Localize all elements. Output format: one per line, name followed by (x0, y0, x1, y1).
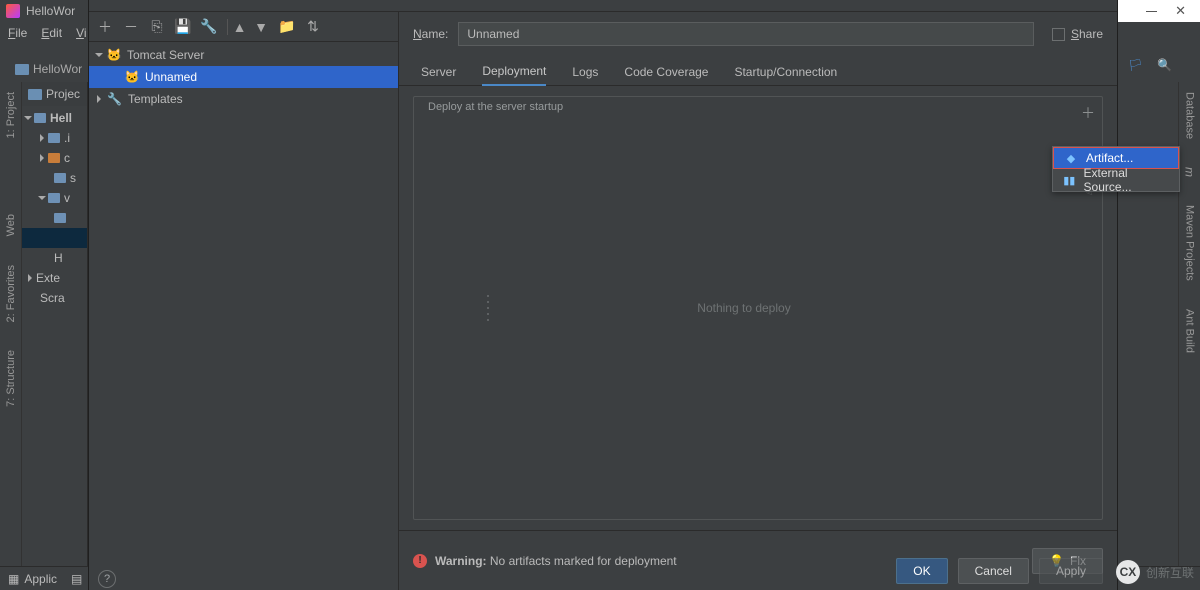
tab-deployment[interactable]: Deployment (482, 64, 546, 86)
apply-button[interactable]: Apply (1039, 558, 1103, 584)
project-tool-window: Projec Hell .i c s v H Exte Scra (22, 82, 88, 566)
left-tool-window-bar: 1: Project Web 2: Favorites 7: Structure (0, 82, 22, 566)
flag-icon[interactable]: 🏳 (1128, 58, 1143, 72)
breadcrumb[interactable]: HelloWor (15, 58, 82, 80)
close-icon[interactable]: ✕ (1175, 3, 1186, 19)
project-header[interactable]: Projec (22, 82, 87, 106)
tab-startup-connection[interactable]: Startup/Connection (734, 65, 837, 85)
search-icon[interactable]: 🔍 (1157, 58, 1172, 72)
config-right-panel: Name: Share Server Deployment Logs Code … (399, 12, 1117, 590)
chevron-down-icon (95, 53, 103, 57)
folder-config-icon[interactable]: 📁 (279, 19, 295, 35)
ide-titlebar: HelloWor (0, 0, 75, 22)
warning-row: ! Warning: No artifacts marked for deplo… (413, 554, 677, 568)
config-unnamed[interactable]: 🐱 Unnamed (89, 66, 398, 88)
intellij-icon (6, 4, 20, 18)
checkbox-icon (1052, 28, 1065, 41)
deploy-list-box: Deploy at the server startup Nothing to … (413, 96, 1103, 520)
config-tomcat-node[interactable]: 🐱 Tomcat Server (89, 44, 398, 66)
tab-ant[interactable]: Ant Build (1184, 309, 1196, 353)
folder-icon (15, 64, 29, 75)
deploy-placeholder: Nothing to deploy (414, 97, 1074, 519)
config-templates-node[interactable]: 🔧 Templates (89, 88, 398, 110)
copy-config-icon[interactable]: ⎘ (149, 19, 165, 35)
move-up-icon[interactable]: ▲ (227, 19, 243, 35)
config-toolbar: ＋ － ⎘ 💾 🔧 ▲ ▼ 📁 ⇅ (89, 12, 398, 42)
project-tree[interactable]: Hell .i c s v H Exte Scra (22, 106, 87, 308)
menu-view[interactable]: Vi (76, 26, 86, 40)
minimize-icon[interactable] (1146, 11, 1157, 12)
ctx-external-source[interactable]: ▮▮ External Source... (1053, 169, 1179, 191)
tab-maven[interactable]: m (1183, 167, 1197, 177)
tab-server[interactable]: Server (421, 65, 456, 85)
splitter-grip[interactable] (487, 295, 493, 321)
config-tabs: Server Deployment Logs Code Coverage Sta… (399, 56, 1117, 86)
config-tree[interactable]: 🐱 Tomcat Server 🐱 Unnamed 🔧 Templates (89, 42, 398, 590)
tomcat-icon: 🐱 (125, 70, 139, 84)
status-applic[interactable]: ▦ Applic (8, 572, 57, 586)
artifact-icon: ◆ (1064, 151, 1078, 165)
tab-database[interactable]: Database (1184, 92, 1196, 139)
name-row: Name: Share (399, 12, 1117, 56)
deployment-panel: Deploy at the server startup Nothing to … (399, 86, 1117, 530)
name-label: Name: (413, 27, 448, 41)
add-deploy-context-menu: ◆ Artifact... ▮▮ External Source... (1052, 146, 1180, 192)
save-config-icon[interactable]: 💾 (175, 19, 191, 35)
remove-config-icon[interactable]: － (123, 19, 139, 35)
breadcrumb-label: HelloWor (33, 62, 82, 76)
edit-defaults-icon[interactable]: 🔧 (201, 19, 217, 35)
tab-maven-label[interactable]: Maven Projects (1184, 205, 1196, 281)
add-deploy-icon[interactable]: ＋ (1081, 103, 1095, 123)
run-config-dialog: ＋ － ⎘ 💾 🔧 ▲ ▼ 📁 ⇅ 🐱 Tomcat Server 🐱 Unn (88, 0, 1118, 590)
help-button[interactable]: ? (98, 570, 116, 588)
tab-structure[interactable]: 7: Structure (5, 350, 17, 407)
dialog-titlebar[interactable] (89, 0, 1117, 12)
chevron-right-icon (97, 95, 101, 103)
external-source-icon: ▮▮ (1063, 173, 1076, 187)
name-input[interactable] (458, 22, 1034, 46)
tab-web[interactable]: Web (5, 214, 17, 236)
external-window-controls: ✕ (1117, 0, 1200, 22)
dialog-buttons: OK Cancel Apply (896, 558, 1103, 590)
cancel-button[interactable]: Cancel (958, 558, 1029, 584)
move-down-icon[interactable]: ▼ (253, 19, 269, 35)
tab-code-coverage[interactable]: Code Coverage (624, 65, 708, 85)
tab-project[interactable]: 1: Project (5, 92, 17, 138)
tomcat-icon: 🐱 (107, 48, 121, 62)
ide-menubar[interactable]: FFileile Edit Vi (0, 22, 87, 44)
warning-icon: ! (413, 554, 427, 568)
tab-favorites[interactable]: 2: Favorites (5, 265, 17, 322)
add-config-icon[interactable]: ＋ (97, 19, 113, 35)
right-tool-window-bar: Database m Maven Projects Ant Build (1178, 82, 1200, 566)
ok-button[interactable]: OK (896, 558, 947, 584)
menu-edit[interactable]: Edit (41, 26, 62, 40)
share-checkbox[interactable]: Share (1052, 27, 1103, 41)
menu-file[interactable]: FFileile (8, 26, 27, 40)
sort-config-icon[interactable]: ⇅ (305, 19, 321, 35)
tab-logs[interactable]: Logs (572, 65, 598, 85)
wrench-icon: 🔧 (107, 92, 122, 106)
config-left-panel: ＋ － ⎘ 💾 🔧 ▲ ▼ 📁 ⇅ 🐱 Tomcat Server 🐱 Unn (89, 12, 399, 590)
ide-title: HelloWor (26, 4, 75, 18)
folder-icon (28, 89, 42, 100)
